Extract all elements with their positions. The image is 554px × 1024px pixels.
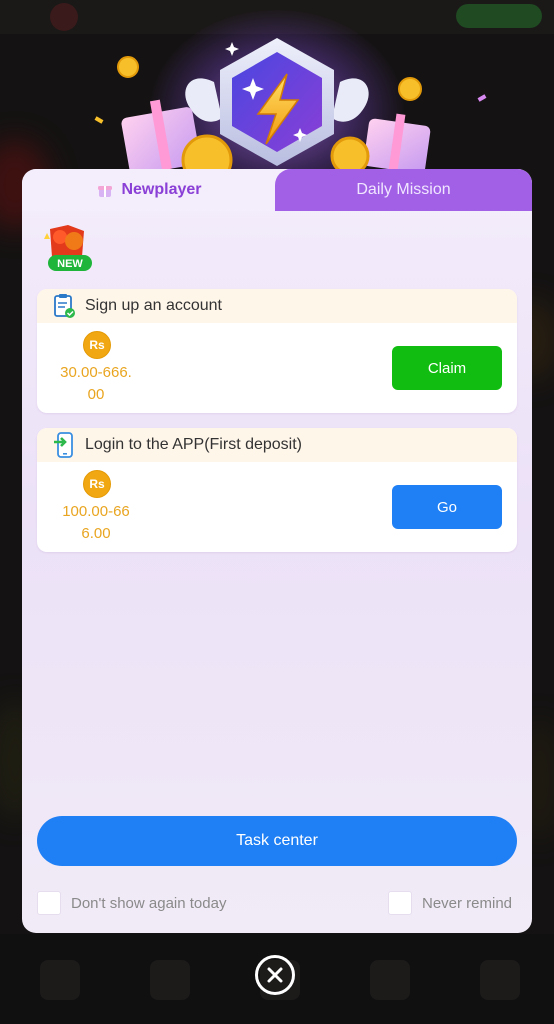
newplayer-task-modal: Newplayer Daily Mission NEW Sign up an a… [22,169,532,933]
claim-button[interactable]: Claim [392,346,502,390]
rupee-coin-icon: Rs [83,331,111,359]
reward-amount-line2: 00 [87,386,105,403]
task-card-body: Rs 100.00-66 6.00 Go [37,462,517,552]
tab-daily-mission-label: Daily Mission [356,181,451,198]
dont-show-today-option[interactable]: Don't show again today [37,891,226,915]
new-badge-text: NEW [57,258,83,270]
task-title: Sign up an account [85,297,222,314]
new-player-badge: NEW [40,223,100,275]
never-remind-checkbox[interactable] [388,891,412,915]
rupee-coin-icon: Rs [83,470,111,498]
tab-daily-mission[interactable]: Daily Mission [275,169,532,211]
reward-amount-line1: 100.00-66 [62,503,130,520]
clipboard-check-icon [54,294,75,318]
new-badge-icon: NEW [44,225,92,271]
task-card: Login to the APP(First deposit) Rs 100.0… [37,428,517,552]
task-card-header: Login to the APP(First deposit) [37,428,517,462]
phone-login-icon [54,432,73,458]
tab-bar: Newplayer Daily Mission [22,169,532,211]
dont-show-today-label: Don't show again today [71,894,227,912]
close-button[interactable] [255,955,295,995]
tab-newplayer[interactable]: Newplayer [22,169,277,211]
reward-amount: 30.00-666. 00 [46,362,146,406]
task-center-button[interactable]: Task center [37,816,517,866]
reward-amount: 100.00-66 6.00 [46,501,146,545]
task-title: Login to the APP(First deposit) [85,436,302,453]
close-icon [267,967,283,983]
go-button[interactable]: Go [392,485,502,529]
task-card-body: Rs 30.00-666. 00 Claim [37,323,517,413]
dont-show-today-checkbox[interactable] [37,891,61,915]
task-card-header: Sign up an account [37,289,517,323]
task-card: Sign up an account Rs 30.00-666. 00 Clai… [37,289,517,413]
reward-amount-line1: 30.00-666. [60,364,132,381]
gift-icon [98,186,113,197]
never-remind-option[interactable]: Never remind [388,891,512,915]
reward-amount-line2: 6.00 [81,525,111,542]
tab-newplayer-label: Newplayer [121,181,202,198]
never-remind-label: Never remind [422,894,513,912]
